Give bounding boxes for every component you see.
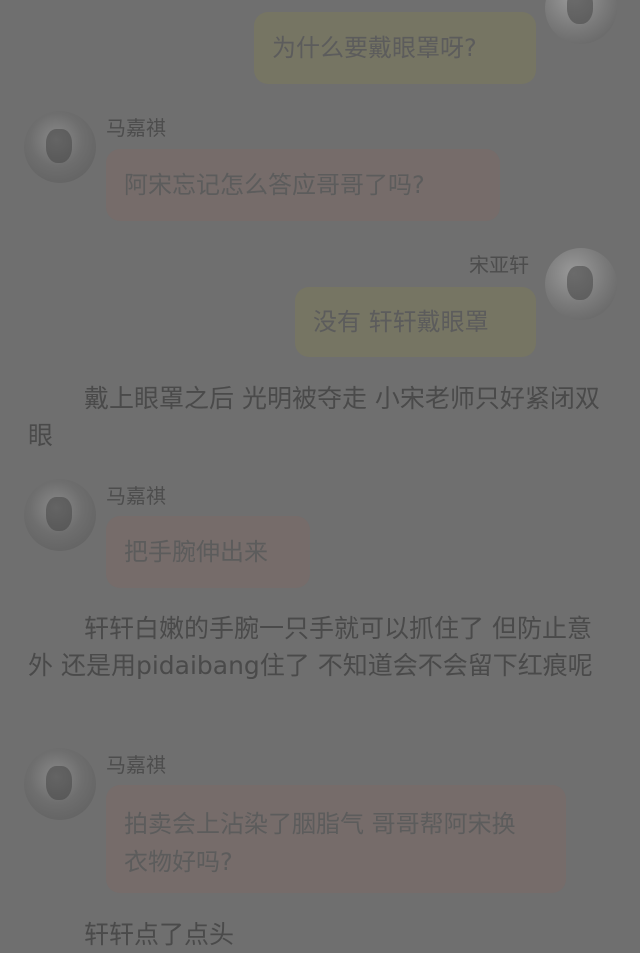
- avatar-ma-jiaqi[interactable]: [24, 479, 96, 551]
- message-text: 没有 轩轩戴眼罩: [313, 308, 489, 336]
- avatar-ma-jiaqi[interactable]: [24, 111, 96, 183]
- chat-bubble: 阿宋忘记怎么答应哥哥了吗?: [106, 149, 500, 221]
- narration-text: 戴上眼罩之后 光明被夺走 小宋老师只好紧闭双眼: [28, 384, 600, 450]
- chat-bubble: 把手腕伸出来: [106, 516, 310, 588]
- chat-bubble: 没有 轩轩戴眼罩: [295, 287, 536, 357]
- avatar-song-yaxuan[interactable]: [545, 248, 617, 320]
- avatar-song-yaxuan[interactable]: [545, 0, 617, 44]
- sender-name: 马嘉祺: [106, 116, 166, 140]
- sender-name: 马嘉祺: [106, 753, 166, 777]
- message-text: 把手腕伸出来: [124, 538, 268, 566]
- sender-name: 宋亚轩: [469, 253, 529, 277]
- message-text: 为什么要戴眼罩呀?: [272, 34, 477, 62]
- message-text: 拍卖会上沾染了胭脂气 哥哥帮阿宋换衣物好吗?: [124, 810, 516, 876]
- narration-text: 轩轩点了点头: [84, 920, 235, 949]
- narration-text: 轩轩白嫩的手腕一只手就可以抓住了 但防止意外 还是用pidaibang住了 不知…: [28, 614, 593, 680]
- chat-bubble: 拍卖会上沾染了胭脂气 哥哥帮阿宋换衣物好吗?: [106, 785, 566, 893]
- sender-name: 马嘉祺: [106, 484, 166, 508]
- chat-bubble: 为什么要戴眼罩呀?: [254, 12, 536, 84]
- avatar-ma-jiaqi[interactable]: [24, 748, 96, 820]
- message-text: 阿宋忘记怎么答应哥哥了吗?: [124, 171, 425, 199]
